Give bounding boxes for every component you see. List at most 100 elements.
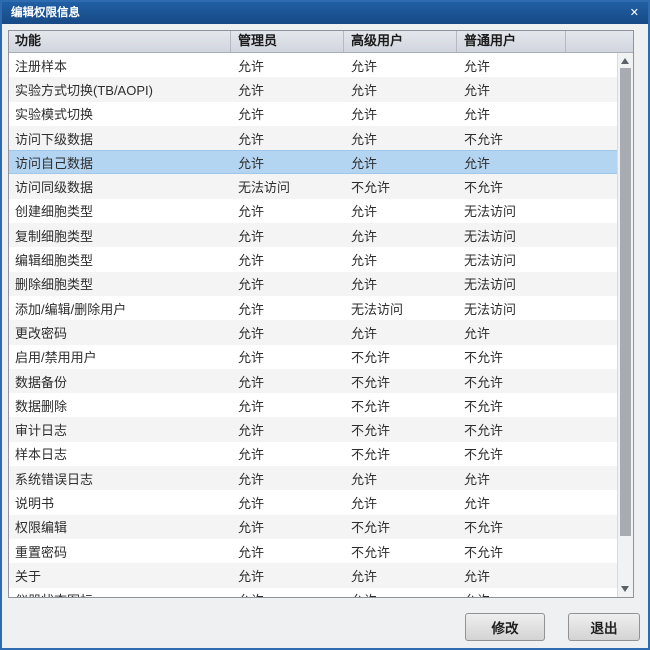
permission-cell: 无法访问	[457, 226, 566, 245]
table-row[interactable]: 删除细胞类型允许允许无法访问	[9, 272, 618, 296]
column-header-3[interactable]: 普通用户	[457, 31, 566, 52]
permission-cell: 允许	[231, 420, 344, 439]
permission-cell: 允许	[231, 104, 344, 123]
permission-cell: 不允许	[457, 542, 566, 561]
column-header-4[interactable]	[566, 31, 633, 52]
permission-cell: 允许	[231, 201, 344, 220]
function-cell: 仪器状态图标	[9, 590, 231, 597]
exit-button[interactable]: 退出	[568, 613, 640, 641]
permission-cell: 允许	[231, 517, 344, 536]
permission-cell: 允许	[457, 80, 566, 99]
table-row[interactable]: 复制细胞类型允许允许无法访问	[9, 223, 618, 247]
table-row[interactable]: 访问下级数据允许允许不允许	[9, 126, 618, 150]
function-cell: 访问自己数据	[9, 153, 231, 172]
dialog-title: 编辑权限信息	[11, 7, 80, 19]
permission-cell: 允许	[231, 153, 344, 172]
table-row[interactable]: 实验模式切换允许允许允许	[9, 102, 618, 126]
column-header-2[interactable]: 高级用户	[344, 31, 457, 52]
permission-cell: 允许	[344, 274, 457, 293]
permission-cell: 允许	[344, 153, 457, 172]
table-row[interactable]: 启用/禁用用户允许不允许不允许	[9, 345, 618, 369]
function-cell: 更改密码	[9, 323, 231, 342]
column-header-0[interactable]: 功能	[9, 31, 231, 52]
permission-cell: 不允许	[344, 396, 457, 415]
table-row[interactable]: 关于允许允许允许	[9, 563, 618, 587]
permission-cell: 允许	[457, 104, 566, 123]
permission-cell: 允许	[457, 566, 566, 585]
permission-cell: 允许	[231, 347, 344, 366]
permission-cell: 允许	[231, 493, 344, 512]
table-row[interactable]: 权限编辑允许不允许不允许	[9, 515, 618, 539]
permission-cell: 允许	[344, 56, 457, 75]
permission-cell: 无法访问	[457, 201, 566, 220]
function-cell: 注册样本	[9, 56, 231, 75]
permission-cell: 不允许	[457, 372, 566, 391]
function-cell: 审计日志	[9, 420, 231, 439]
table-row[interactable]: 创建细胞类型允许允许无法访问	[9, 199, 618, 223]
titlebar: 编辑权限信息 ✕	[2, 2, 648, 24]
function-cell: 系统错误日志	[9, 469, 231, 488]
permission-cell: 允许	[457, 153, 566, 172]
function-cell: 数据备份	[9, 372, 231, 391]
column-header-1[interactable]: 管理员	[231, 31, 344, 52]
table-row[interactable]: 编辑细胞类型允许允许无法访问	[9, 247, 618, 271]
table-row[interactable]: 实验方式切换(TB/AOPI)允许允许允许	[9, 77, 618, 101]
scroll-down-icon[interactable]	[621, 586, 629, 592]
permission-cell: 允许	[344, 590, 457, 597]
table-row[interactable]: 说明书允许允许允许	[9, 490, 618, 514]
dialog-edit-permissions: 编辑权限信息 ✕ 功能管理员高级用户普通用户 注册样本允许允许允许实验方式切换(…	[0, 0, 650, 650]
table-row[interactable]: 更改密码允许允许允许	[9, 320, 618, 344]
permission-cell: 不允许	[457, 444, 566, 463]
function-cell: 复制细胞类型	[9, 226, 231, 245]
table-row[interactable]: 访问同级数据无法访问不允许不允许	[9, 174, 618, 198]
function-cell: 访问同级数据	[9, 177, 231, 196]
permission-cell: 不允许	[344, 420, 457, 439]
permission-cell: 允许	[344, 129, 457, 148]
permission-cell: 不允许	[344, 542, 457, 561]
table-row[interactable]: 系统错误日志允许允许允许	[9, 466, 618, 490]
permission-cell: 允许	[457, 323, 566, 342]
permission-cell: 允许	[344, 493, 457, 512]
permission-cell: 不允许	[344, 177, 457, 196]
table-row[interactable]: 仪器状态图标允许允许允许	[9, 588, 618, 597]
permission-cell: 无法访问	[457, 299, 566, 318]
permission-cell: 不允许	[344, 517, 457, 536]
table-row[interactable]: 重置密码允许不允许不允许	[9, 539, 618, 563]
permission-cell: 无法访问	[344, 299, 457, 318]
permission-cell: 无法访问	[457, 274, 566, 293]
permission-cell: 无法访问	[231, 177, 344, 196]
permission-cell: 允许	[231, 250, 344, 269]
permission-cell: 不允许	[344, 444, 457, 463]
table-row[interactable]: 审计日志允许不允许不允许	[9, 417, 618, 441]
permission-cell: 允许	[231, 226, 344, 245]
permission-cell: 不允许	[344, 372, 457, 391]
permission-cell: 允许	[231, 129, 344, 148]
permission-cell: 允许	[231, 590, 344, 597]
table-row[interactable]: 数据备份允许不允许不允许	[9, 369, 618, 393]
permissions-table: 功能管理员高级用户普通用户 注册样本允许允许允许实验方式切换(TB/AOPI)允…	[8, 30, 634, 598]
table-row[interactable]: 数据删除允许不允许不允许	[9, 393, 618, 417]
permission-cell: 允许	[231, 372, 344, 391]
function-cell: 编辑细胞类型	[9, 250, 231, 269]
table-row[interactable]: 访问自己数据允许允许允许	[9, 150, 618, 174]
close-icon[interactable]: ✕	[630, 2, 639, 24]
table-row[interactable]: 样本日志允许不允许不允许	[9, 442, 618, 466]
permission-cell: 允许	[231, 542, 344, 561]
permission-cell: 允许	[231, 396, 344, 415]
permission-cell: 允许	[231, 274, 344, 293]
modify-button[interactable]: 修改	[465, 613, 545, 641]
scrollbar-thumb[interactable]	[620, 68, 631, 536]
permission-cell: 允许	[457, 56, 566, 75]
table-row[interactable]: 注册样本允许允许允许	[9, 53, 618, 77]
vertical-scrollbar[interactable]	[617, 53, 633, 597]
table-row[interactable]: 添加/编辑/删除用户允许无法访问无法访问	[9, 296, 618, 320]
permission-cell: 不允许	[457, 517, 566, 536]
function-cell: 样本日志	[9, 444, 231, 463]
scroll-up-icon[interactable]	[621, 58, 629, 64]
permission-cell: 允许	[457, 493, 566, 512]
permission-cell: 不允许	[344, 347, 457, 366]
permission-cell: 允许	[231, 56, 344, 75]
permission-cell: 无法访问	[457, 250, 566, 269]
function-cell: 重置密码	[9, 542, 231, 561]
permission-cell: 允许	[344, 323, 457, 342]
